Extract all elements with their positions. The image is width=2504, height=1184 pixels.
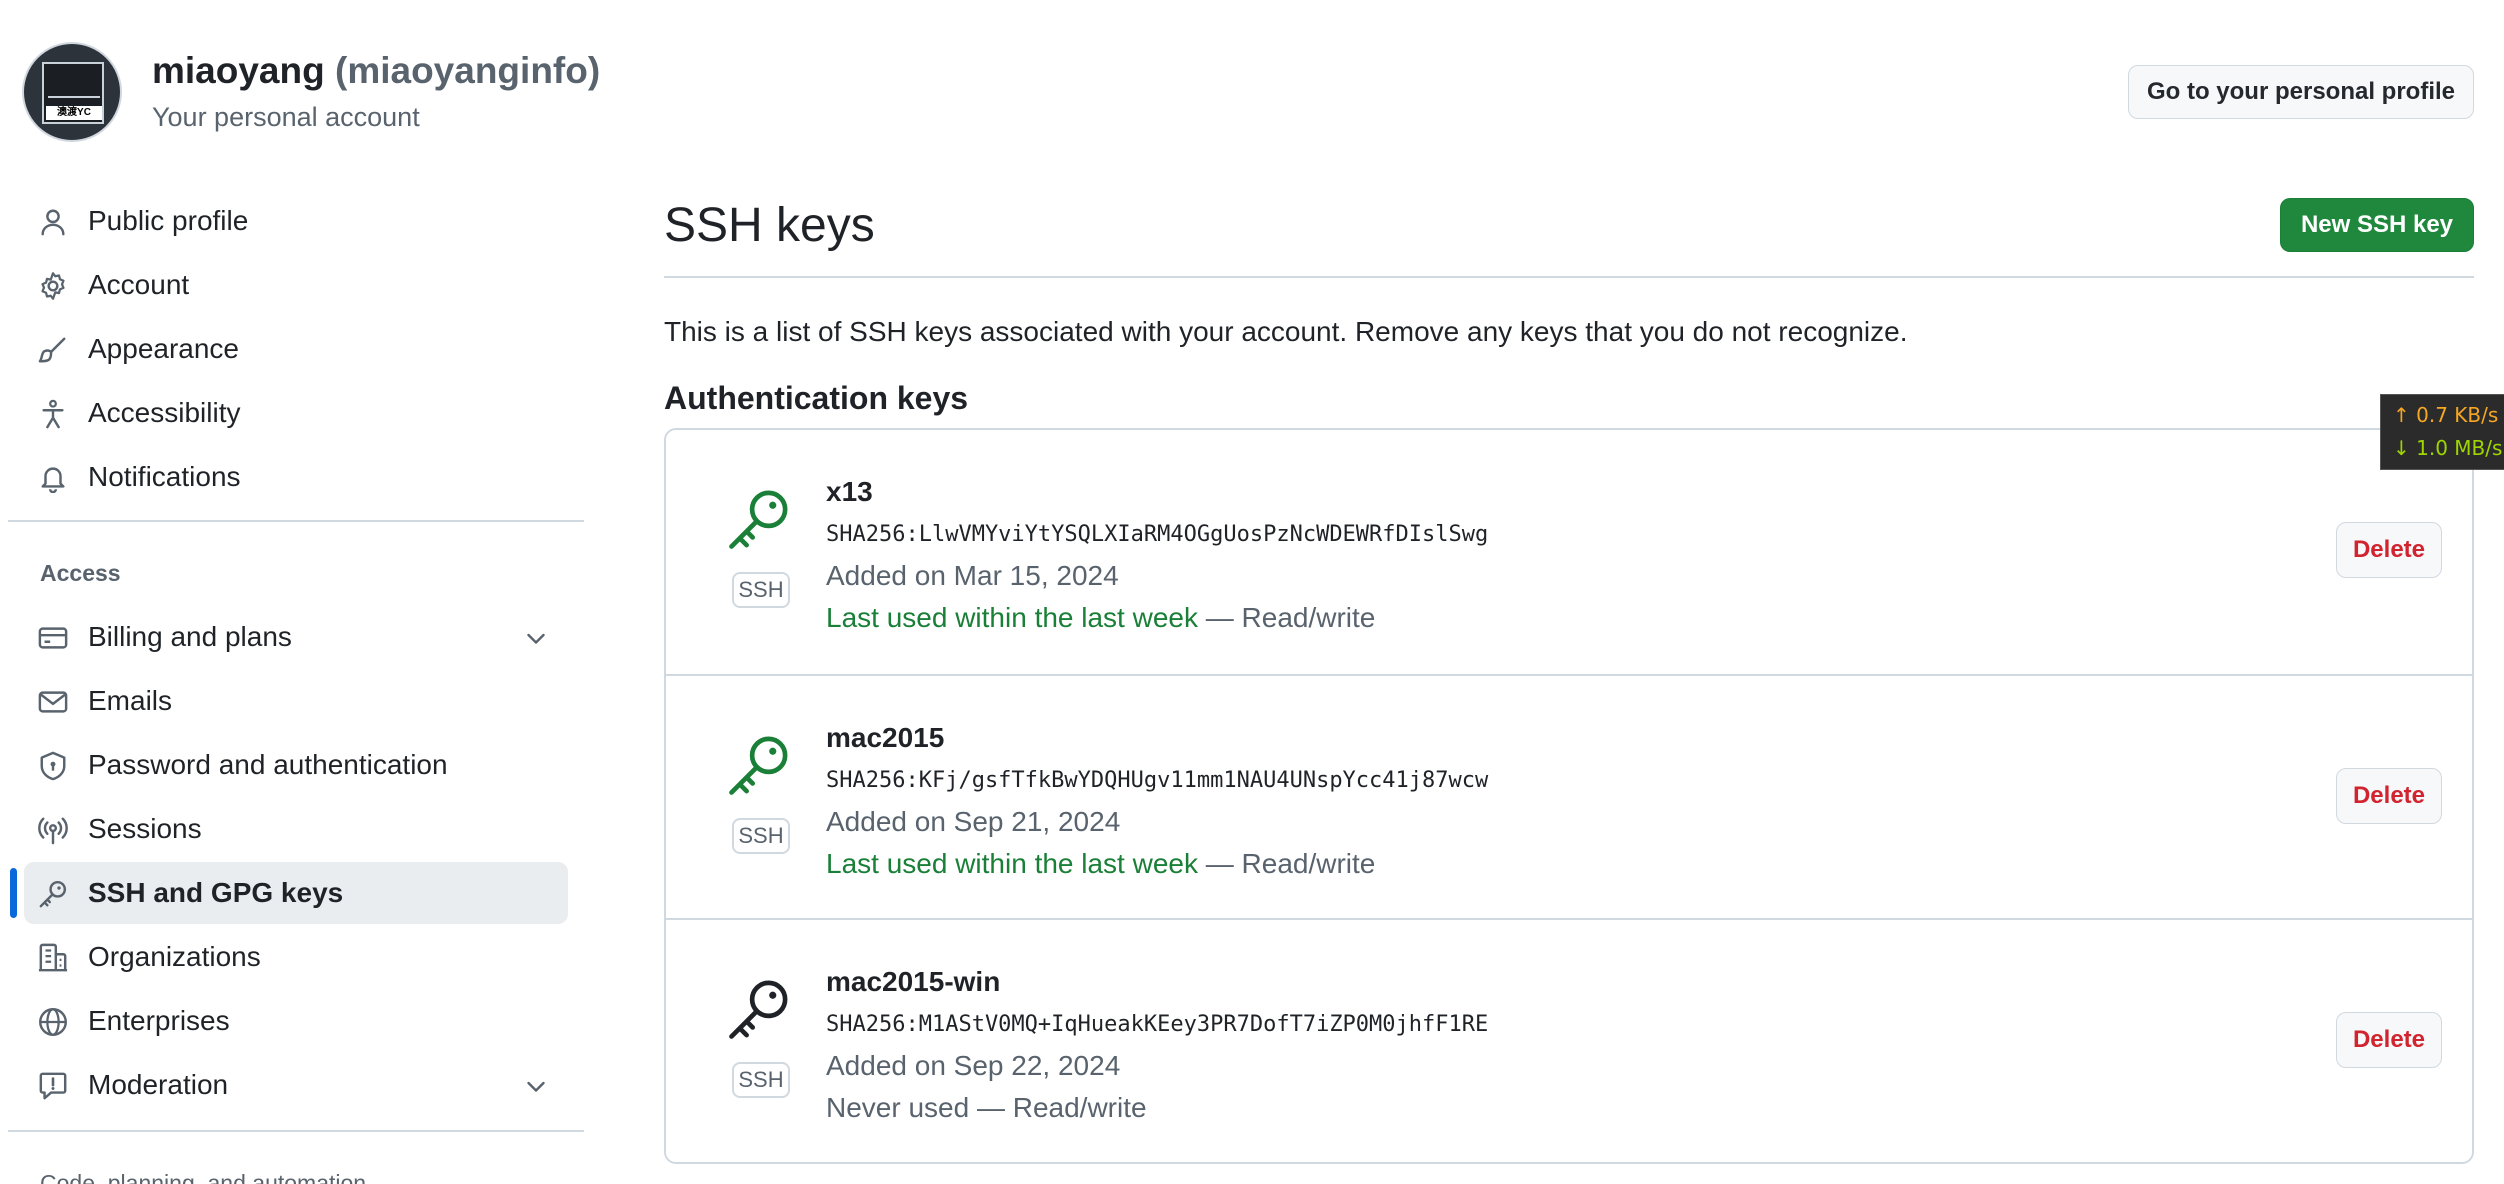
key-fingerprint: SHA256:LlwVMYviYtYSQLXIaRM4OGgUosPzNcWDE… <box>826 522 1489 547</box>
sidebar-item-appearance[interactable]: Appearance <box>24 318 568 380</box>
sidebar-item-label: Billing and plans <box>88 621 292 652</box>
sidebar-item-notifications[interactable]: Notifications <box>24 446 568 508</box>
key-title: x13 <box>826 476 873 507</box>
organization-icon <box>38 943 68 972</box>
sidebar-item-accessibility[interactable]: Accessibility <box>24 382 568 444</box>
key-title: mac2015 <box>826 722 945 753</box>
sidebar-item-label: Emails <box>88 685 173 716</box>
key-title: mac2015-win <box>826 966 1001 997</box>
sidebar-item-moderation[interactable]: Moderation <box>24 1054 568 1116</box>
key-access: Never used — Read/write <box>826 1092 1147 1123</box>
credit-card-icon <box>38 627 68 649</box>
page-description: This is a list of SSH keys associated wi… <box>664 316 1908 347</box>
active-indicator <box>10 868 17 918</box>
ssh-key-row: SSH mac2015-win SHA256:M1AStV0MQ+IqHueak… <box>666 918 2472 1162</box>
account-subtitle: Your personal account <box>152 102 420 132</box>
paintbrush-icon <box>38 337 66 363</box>
sidebar-item-label: Password and authentication <box>88 749 448 780</box>
title-divider <box>664 276 2474 278</box>
chevron-down-icon[interactable] <box>524 1074 548 1098</box>
sidebar-item-label: Account <box>88 269 190 300</box>
avatar[interactable]: 澳渡YC <box>22 42 122 142</box>
globe-icon <box>39 1008 67 1036</box>
sidebar-item-label: Enterprises <box>88 1005 230 1036</box>
download-speed: ↓ 1.0 MB/s <box>2393 436 2503 460</box>
sidebar-item-label: Public profile <box>88 205 249 236</box>
sidebar-item-account[interactable]: Account <box>24 254 568 316</box>
ssh-key-list: SSH x13 SHA256:LlwVMYviYtYSQLXIaRM4OGgUo… <box>664 428 2474 1164</box>
sidebar-item-label: Moderation <box>88 1069 229 1100</box>
report-icon <box>39 1072 67 1100</box>
sidebar-section-access: Access <box>40 560 121 586</box>
sidebar-item-label: Organizations <box>88 941 261 972</box>
sidebar-divider <box>8 520 584 522</box>
sidebar-item-label: Sessions <box>88 813 202 844</box>
account-display-name: miaoyang <box>152 50 325 91</box>
accessibility-icon <box>42 399 64 429</box>
sidebar-item-emails[interactable]: Emails <box>24 670 568 732</box>
sidebar-item-public-profile[interactable]: Public profile <box>24 190 568 252</box>
ssh-badge: SSH <box>732 1062 790 1098</box>
network-speed-widget[interactable]: ↑ 0.7 KB/s ↓ 1.0 MB/s <box>2380 394 2504 470</box>
broadcast-icon <box>38 817 68 845</box>
gear-icon <box>41 272 65 300</box>
sidebar-section-code: Code, planning, and automation <box>40 1170 367 1184</box>
go-to-profile-button[interactable]: Go to your personal profile <box>2128 65 2474 119</box>
ssh-key-row: SSH x13 SHA256:LlwVMYviYtYSQLXIaRM4OGgUo… <box>666 430 2472 674</box>
key-fingerprint: SHA256:M1AStV0MQ+IqHueakKEey3PR7DofT7iZP… <box>826 1012 1489 1037</box>
key-usage: Never used — Read/write <box>826 1092 1147 1124</box>
authentication-keys-heading: Authentication keys <box>664 380 969 416</box>
sidebar-item-enterprises[interactable]: Enterprises <box>24 990 568 1052</box>
key-icon <box>39 880 67 908</box>
key-usage: Last used within the last week — Read/wr… <box>826 848 1375 880</box>
account-handle: (miaoyanginfo) <box>335 50 601 91</box>
delete-key-button[interactable]: Delete <box>2336 522 2442 578</box>
avatar-line <box>48 96 100 98</box>
key-usage: Last used within the last week — Read/wr… <box>826 602 1375 634</box>
upload-speed: ↑ 0.7 KB/s <box>2393 403 2499 427</box>
ssh-badge: SSH <box>732 818 790 854</box>
key-added-date: Added on Mar 15, 2024 <box>826 560 1119 591</box>
mail-icon <box>38 691 68 713</box>
delete-key-button[interactable]: Delete <box>2336 768 2442 824</box>
sidebar-item-password-auth[interactable]: Password and authentication <box>24 734 568 796</box>
page-title: SSH keys <box>664 199 875 252</box>
key-added-date: Added on Sep 22, 2024 <box>826 1050 1121 1081</box>
ssh-badge: SSH <box>732 572 790 608</box>
sidebar-item-label: Appearance <box>88 333 240 364</box>
sidebar-divider <box>8 1130 584 1132</box>
key-access: — Read/write <box>1197 602 1376 633</box>
key-icon <box>729 490 788 549</box>
sidebar-item-label: SSH and GPG keys <box>88 877 344 908</box>
key-added-date: Added on Sep 21, 2024 <box>826 806 1121 837</box>
key-icon <box>729 736 788 795</box>
key-fingerprint: SHA256:KFj/gsfTfkBwYDQHUgv11mm1NAU4UNspY… <box>826 768 1489 793</box>
key-last-used: Last used within the last week <box>826 602 1198 633</box>
sidebar-item-label: Notifications <box>88 461 241 492</box>
person-icon <box>41 209 65 236</box>
key-icon <box>729 980 788 1039</box>
sidebar-item-label: Accessibility <box>88 397 241 428</box>
avatar-text: 澳渡YC <box>46 106 102 120</box>
key-access: — Read/write <box>1197 848 1376 879</box>
sidebar-item-billing[interactable]: Billing and plans <box>24 606 568 668</box>
sidebar-item-organizations[interactable]: Organizations <box>24 926 568 988</box>
sidebar-item-ssh-gpg-keys[interactable]: SSH and GPG keys <box>24 862 568 924</box>
sidebar-item-sessions[interactable]: Sessions <box>24 798 568 860</box>
ssh-key-row: SSH mac2015 SHA256:KFj/gsfTfkBwYDQHUgv11… <box>666 674 2472 918</box>
account-name: miaoyang (miaoyanginfo) <box>152 50 600 92</box>
key-last-used: Last used within the last week <box>826 848 1198 879</box>
bell-icon <box>41 467 65 493</box>
new-ssh-key-button[interactable]: New SSH key <box>2280 198 2474 252</box>
shield-lock-icon <box>40 751 66 781</box>
chevron-down-icon[interactable] <box>524 626 548 650</box>
delete-key-button[interactable]: Delete <box>2336 1012 2442 1068</box>
